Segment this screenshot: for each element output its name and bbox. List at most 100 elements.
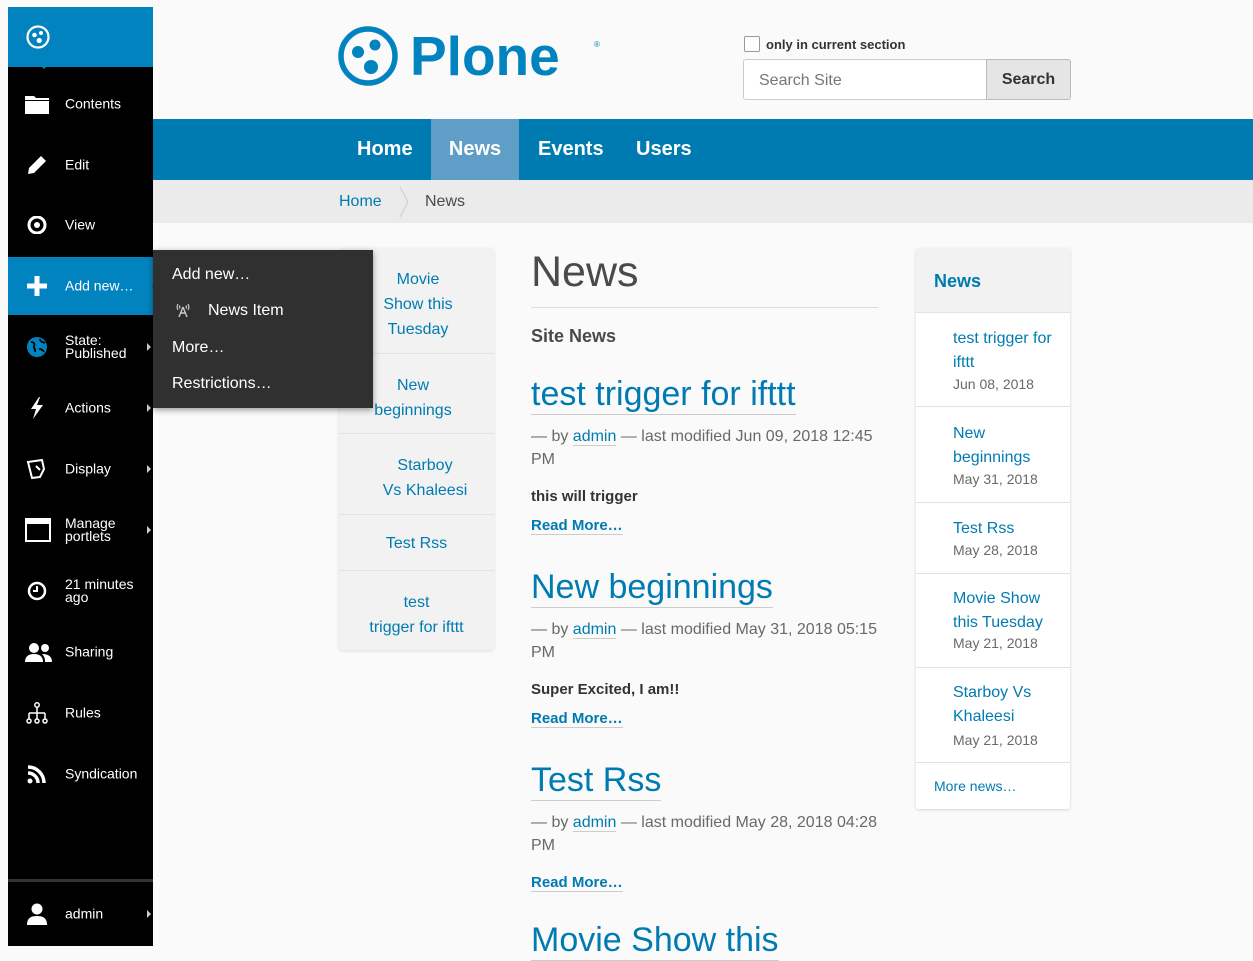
article-title-link[interactable]: Movie Show this [531,920,779,961]
toolbar-rules[interactable]: Rules [8,684,153,742]
window-icon [25,518,51,542]
right-portlet-link[interactable]: Test Rss [953,517,1058,541]
main-navigation: Home News Events Users [153,119,1253,180]
article-author-link[interactable]: admin [572,621,617,639]
read-more-link[interactable]: Read More… [531,874,623,892]
portlet-title-link[interactable]: News [934,271,981,292]
item-date: May 21, 2018 [953,635,1038,651]
list-item: New beginnings May 31, 2018 [916,407,1070,503]
toolbar-user-label: admin [65,905,104,922]
item-date: May 21, 2018 [953,732,1038,748]
nav-events[interactable]: Events [538,119,604,180]
list-item: Starboy Vs Khaleesi May 21, 2018 [916,668,1070,763]
toolbar-edit-label: Edit [65,156,90,173]
article-byline: — by admin — last modified Jun 09, 2018 … [531,428,873,468]
portlet-header: News [916,248,1070,313]
add-news-item-link[interactable]: News Item [208,302,284,320]
nav-users[interactable]: Users [636,119,692,180]
users-icon [25,640,53,664]
add-new-more-link[interactable]: More… [172,339,224,357]
article-title-link[interactable]: New beginnings [531,567,773,608]
toolbar-contents-label: Contents [65,95,122,112]
toolbar-manage-portlets[interactable]: Manage portlets [8,501,153,559]
news-article: test trigger for ifttt — by admin — last… [531,374,879,535]
article-title-link[interactable]: test trigger for ifttt [531,374,796,415]
toolbar-display-label: Display [65,460,111,477]
plus-icon [25,274,49,298]
news-article: New beginnings — by admin — last modifie… [531,567,879,728]
search-input[interactable]: Search Site [743,59,987,100]
search-button[interactable]: Search [986,59,1071,100]
left-portlet-link-new-beginnings[interactable]: New beginnings [359,373,467,423]
right-portlet-link[interactable]: Movie Show this Tuesday [953,587,1058,635]
breadcrumb-separator-icon [399,187,409,217]
page-title: News [531,248,639,296]
site-logo[interactable]: Plone ® [338,25,608,92]
add-new-restrictions-link[interactable]: Restrictions… [172,375,272,393]
checkbox-box[interactable] [744,36,760,52]
right-portlet-link[interactable]: test trigger for ifttt [953,327,1058,375]
toolbar-sharing-label: Sharing [65,643,114,660]
toolbar-user[interactable]: admin [8,882,153,946]
item-date: May 31, 2018 [953,471,1038,487]
plone-logo-icon [26,25,50,54]
toolbar-syndication-label: Syndication [65,765,138,782]
toolbar-history[interactable]: 21 minutes ago [8,562,153,620]
clock-icon [25,579,49,603]
article-author-link[interactable]: admin [572,428,617,446]
toolbar-state-label: State: Published [65,332,127,361]
toolbar-syndication[interactable]: Syndication [8,745,153,803]
breadcrumb-home[interactable]: Home [339,193,382,211]
toolbar-manage-portlets-label: Manage portlets [65,515,116,544]
add-new-menu: Add new… News Item More… Restrictions… [153,250,373,408]
left-portlet-link-movie-show[interactable]: Movie Show this Tuesday [359,267,477,342]
svg-text:®: ® [594,40,600,49]
toolbar-view[interactable]: View [8,196,153,254]
left-portlet-link-test-trigger[interactable]: test trigger for ifttt [339,590,494,640]
list-item: test trigger for ifttt Jun 08, 2018 [916,313,1070,407]
toolbar-user-menu[interactable]: admin [8,879,153,946]
eye-icon [25,213,49,237]
more-news-link[interactable]: More news… [934,778,1016,794]
toolbar-sharing[interactable]: Sharing [8,623,153,681]
toolbar-view-label: View [65,216,96,233]
list-item: Test Rss May 28, 2018 [916,503,1070,574]
toolbar-actions-label: Actions [65,399,111,416]
right-news-portlet: News test trigger for ifttt Jun 08, 2018… [916,248,1070,809]
breadcrumb: Home News [153,180,1253,223]
read-more-link[interactable]: Read More… [531,710,623,728]
add-new-menu-header[interactable]: Add new… [172,266,250,284]
toolbar-actions[interactable]: Actions [8,379,153,437]
article-title-link[interactable]: Test Rss [531,760,662,801]
list-item: Starboy Vs Khaleesi [339,433,494,515]
toolbar-contents[interactable]: Contents [8,75,153,133]
toolbar-state[interactable]: State: Published [8,318,153,376]
list-item: test trigger for ifttt [339,570,494,650]
right-portlet-link[interactable]: New beginnings [953,422,1058,470]
user-icon [25,902,49,926]
right-portlet-link[interactable]: Starboy Vs Khaleesi [953,681,1058,729]
display-icon [25,457,49,481]
sitemap-icon [25,701,49,725]
news-item-icon [175,302,191,323]
article-byline: — by admin — last modified May 31, 2018 … [531,621,877,661]
search-placeholder: Search Site [759,72,842,89]
toolbar-logo-button[interactable] [8,7,153,69]
article-author-link[interactable]: admin [572,814,617,832]
search-current-section-checkbox[interactable]: only in current section [744,36,905,52]
globe-icon [25,335,49,359]
read-more-link[interactable]: Read More… [531,517,623,535]
plone-logo-icon: Plone ® [338,25,600,87]
toolbar-rules-label: Rules [65,704,101,721]
article-description: Super Excited, I am!! [531,681,680,698]
toolbar-edit[interactable]: Edit [8,136,153,194]
nav-home[interactable]: Home [339,119,431,180]
nav-news[interactable]: News [431,119,519,180]
toolbar-history-label: 21 minutes ago [65,576,134,605]
article-description: this will trigger [531,488,638,505]
logo-text: Plone [410,25,560,87]
left-portlet-link-starboy[interactable]: Starboy Vs Khaleesi [356,453,494,503]
toolbar-display[interactable]: Display [8,440,153,498]
left-portlet-link-test-rss[interactable]: Test Rss [339,531,494,556]
toolbar-add-new[interactable]: Add new… [8,257,159,315]
